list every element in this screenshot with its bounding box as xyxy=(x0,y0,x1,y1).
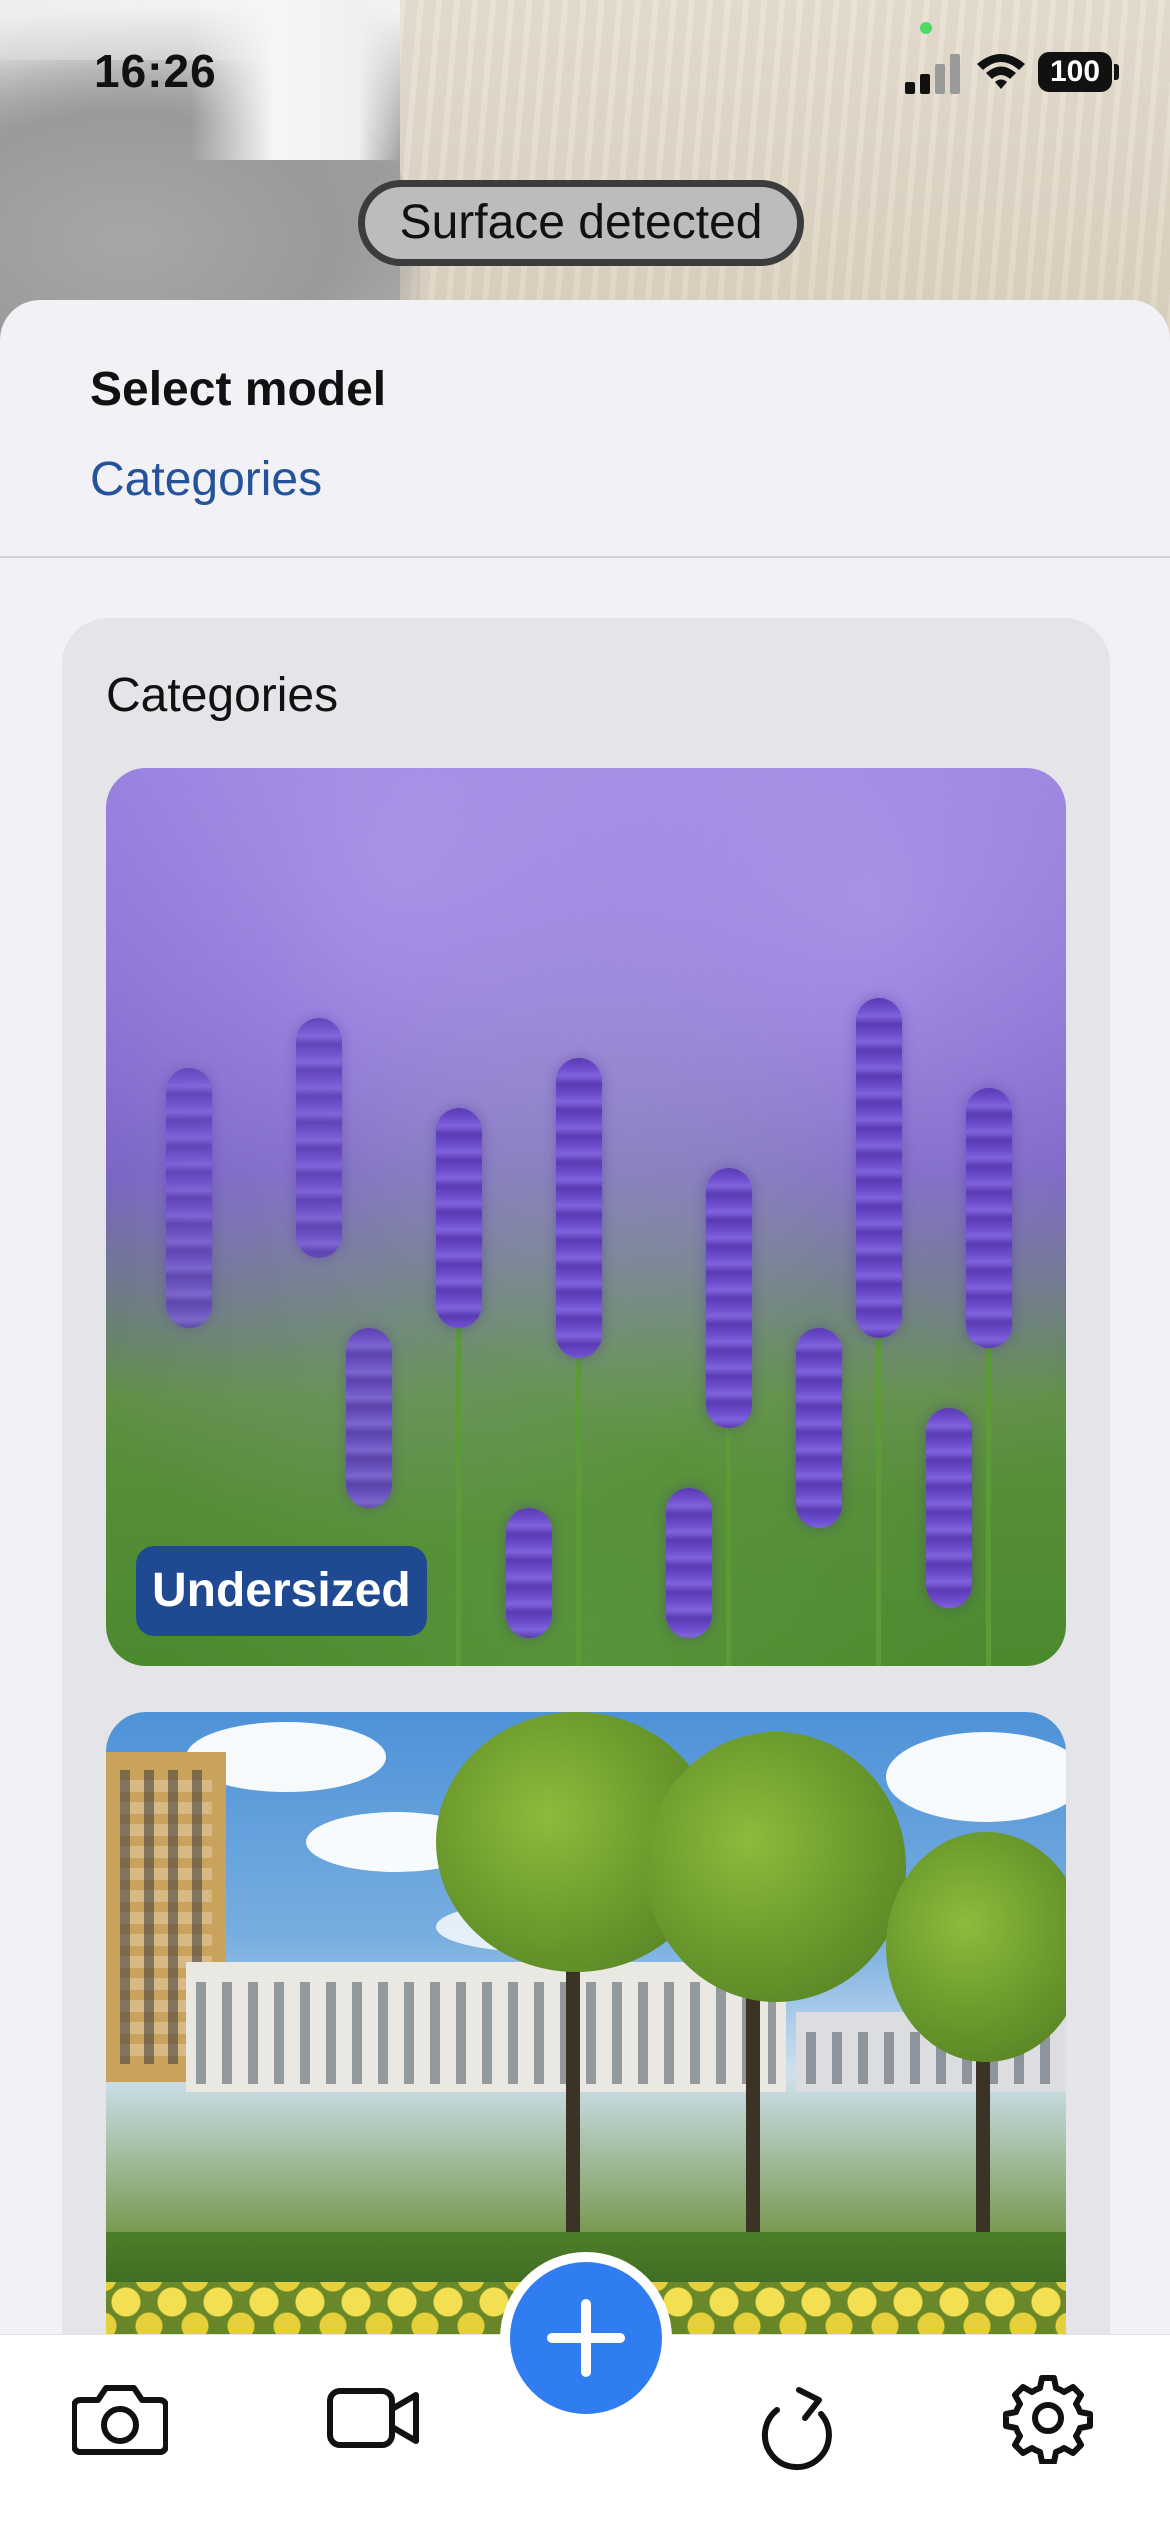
reset-button[interactable] xyxy=(748,2380,848,2480)
camera-button[interactable] xyxy=(70,2368,170,2468)
camera-in-use-indicator xyxy=(920,22,932,34)
lavender-flower xyxy=(296,1018,342,1258)
video-icon xyxy=(327,2388,419,2448)
gear-icon xyxy=(1003,2375,1093,2464)
lavender-flower xyxy=(706,1168,752,1428)
camera-icon xyxy=(72,2385,168,2455)
lavender-flower xyxy=(436,1108,482,1328)
battery-indicator: 100 xyxy=(1038,52,1112,92)
lavender-flower xyxy=(856,998,902,1338)
model-select-sheet: Select model Categories Categories Under… xyxy=(0,300,1170,2532)
plus-icon xyxy=(547,2299,625,2377)
lavender-flower xyxy=(966,1088,1012,1348)
cellular-signal-icon xyxy=(905,54,960,94)
lavender-flower xyxy=(346,1328,392,1508)
refresh-icon xyxy=(761,2387,832,2471)
lavender-flower xyxy=(926,1408,972,1608)
add-model-button[interactable] xyxy=(510,2262,662,2414)
lavender-flower xyxy=(796,1328,842,1528)
battery-tip xyxy=(1114,64,1119,80)
building-windows xyxy=(196,1982,776,2084)
video-button[interactable] xyxy=(324,2368,424,2468)
tree-canopy xyxy=(646,1732,906,2002)
surface-detected-status: Surface detected xyxy=(358,180,804,266)
category-tile-lavender[interactable]: Undersized xyxy=(106,768,1066,1666)
settings-button[interactable] xyxy=(998,2368,1098,2468)
sheet-title: Select model xyxy=(90,363,387,416)
lavender-flower xyxy=(506,1508,552,1638)
wifi-icon xyxy=(977,54,1025,89)
size-badge: Undersized xyxy=(136,1546,427,1636)
lavender-flower xyxy=(556,1058,602,1358)
curtain-texture xyxy=(190,0,400,160)
selected-category-link[interactable]: Categories xyxy=(90,452,322,507)
lavender-flower xyxy=(166,1068,212,1328)
divider xyxy=(0,556,1170,558)
categories-card: Categories Undersized xyxy=(62,618,1110,2532)
status-time: 16:26 xyxy=(94,45,217,97)
cloud xyxy=(886,1732,1066,1822)
lavender-flower xyxy=(666,1488,712,1638)
low-building xyxy=(186,1962,786,2092)
card-title: Categories xyxy=(106,669,339,722)
